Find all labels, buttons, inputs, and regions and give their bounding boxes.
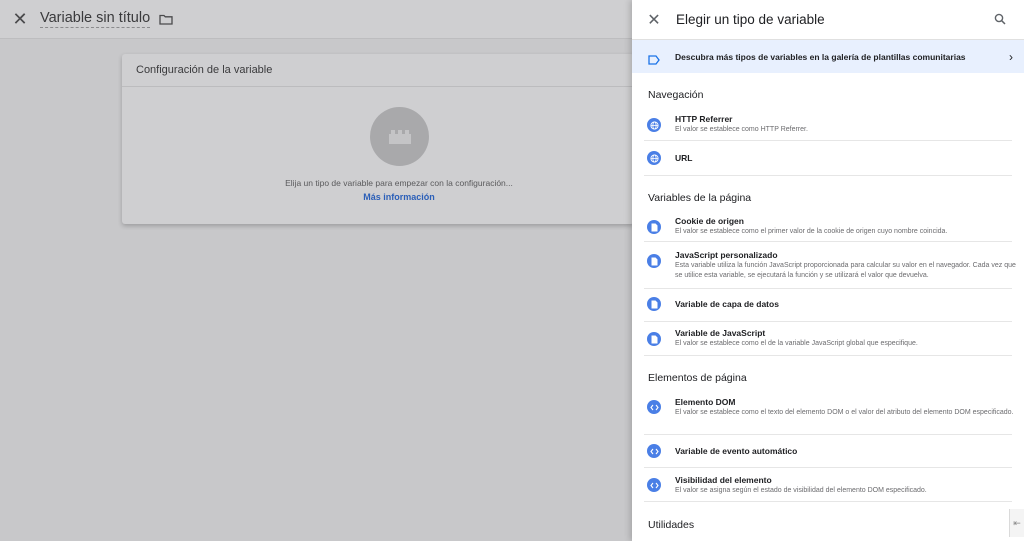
variable-type-item[interactable]: Cookie de origen El valor se establece c… bbox=[644, 208, 1012, 242]
variable-type-item[interactable]: Variable de evento automático bbox=[644, 435, 1012, 468]
section-title-navegacion: Navegación bbox=[648, 89, 704, 101]
document-icon bbox=[647, 254, 661, 268]
choose-variable-type-panel: ✕ Elegir un tipo de variable Descubra má… bbox=[632, 0, 1024, 541]
panel-header: ✕ Elegir un tipo de variable bbox=[632, 0, 1024, 39]
item-description: El valor se establece como el primer val… bbox=[675, 228, 948, 235]
item-title: HTTP Referrer bbox=[675, 114, 733, 124]
globe-icon bbox=[647, 118, 661, 132]
variable-config-card: Configuración de la variable Elija un ti… bbox=[122, 54, 634, 224]
variable-type-item[interactable]: JavaScript personalizado Esta variable u… bbox=[644, 242, 1016, 289]
search-icon[interactable] bbox=[994, 12, 1006, 30]
item-title: Elemento DOM bbox=[675, 397, 736, 407]
more-info-link[interactable]: Más información bbox=[122, 192, 634, 202]
section-title-elementos-pagina: Elementos de página bbox=[648, 372, 747, 384]
item-title: Variable de capa de datos bbox=[675, 299, 779, 309]
variable-type-item[interactable]: Variable de JavaScript El valor se estab… bbox=[644, 322, 1012, 356]
item-description: El valor se establece como HTTP Referrer… bbox=[675, 126, 808, 133]
chevron-right-icon: › bbox=[1009, 49, 1013, 64]
item-description: Esta variable utiliza la función JavaScr… bbox=[675, 262, 1016, 279]
item-title: Cookie de origen bbox=[675, 216, 744, 226]
card-title: Configuración de la variable bbox=[122, 54, 634, 87]
item-title: Variable de evento automático bbox=[675, 446, 798, 456]
item-title: URL bbox=[675, 153, 693, 163]
item-description: El valor se asigna según el estado de vi… bbox=[675, 487, 927, 494]
item-description: El valor se establece como el texto del … bbox=[675, 409, 1014, 416]
section-title-utilidades: Utilidades bbox=[648, 519, 695, 531]
close-icon[interactable]: ✕ bbox=[632, 10, 676, 30]
item-description: El valor se establece como el de la vari… bbox=[675, 340, 918, 347]
editor-header: ✕ Variable sin título bbox=[0, 0, 632, 39]
variable-type-item[interactable]: URL bbox=[644, 141, 1012, 176]
code-icon bbox=[647, 478, 661, 492]
lego-brick-icon[interactable] bbox=[370, 107, 429, 166]
globe-icon bbox=[647, 151, 661, 165]
gallery-text: Descubra más tipos de variables en la ga… bbox=[675, 51, 966, 62]
variable-name-field[interactable]: Variable sin título bbox=[40, 10, 151, 28]
collapse-panel-icon[interactable]: ⇤ bbox=[1009, 509, 1024, 537]
community-gallery-banner[interactable]: Descubra más tipos de variables en la ga… bbox=[632, 39, 1024, 73]
document-icon bbox=[647, 297, 661, 311]
document-icon bbox=[647, 332, 661, 346]
variable-type-item[interactable]: Visibilidad del elemento El valor se asi… bbox=[644, 468, 1012, 502]
tag-icon bbox=[648, 52, 660, 65]
close-icon[interactable]: ✕ bbox=[0, 9, 40, 30]
document-icon bbox=[647, 220, 661, 234]
variable-type-item[interactable]: Variable de capa de datos bbox=[644, 289, 1012, 322]
item-title: Variable de JavaScript bbox=[675, 328, 766, 338]
panel-title: Elegir un tipo de variable bbox=[676, 12, 825, 27]
code-icon bbox=[647, 444, 661, 458]
folder-icon[interactable] bbox=[159, 14, 173, 25]
variable-type-item[interactable]: HTTP Referrer El valor se establece como… bbox=[644, 106, 1012, 141]
code-icon bbox=[647, 400, 661, 414]
config-hint: Elija un tipo de variable para empezar c… bbox=[285, 178, 513, 188]
item-title: Visibilidad del elemento bbox=[675, 475, 772, 485]
section-title-variables-pagina: Variables de la página bbox=[648, 192, 752, 204]
item-title: JavaScript personalizado bbox=[675, 250, 778, 260]
variable-type-item[interactable]: Elemento DOM El valor se establece como … bbox=[644, 389, 1014, 435]
